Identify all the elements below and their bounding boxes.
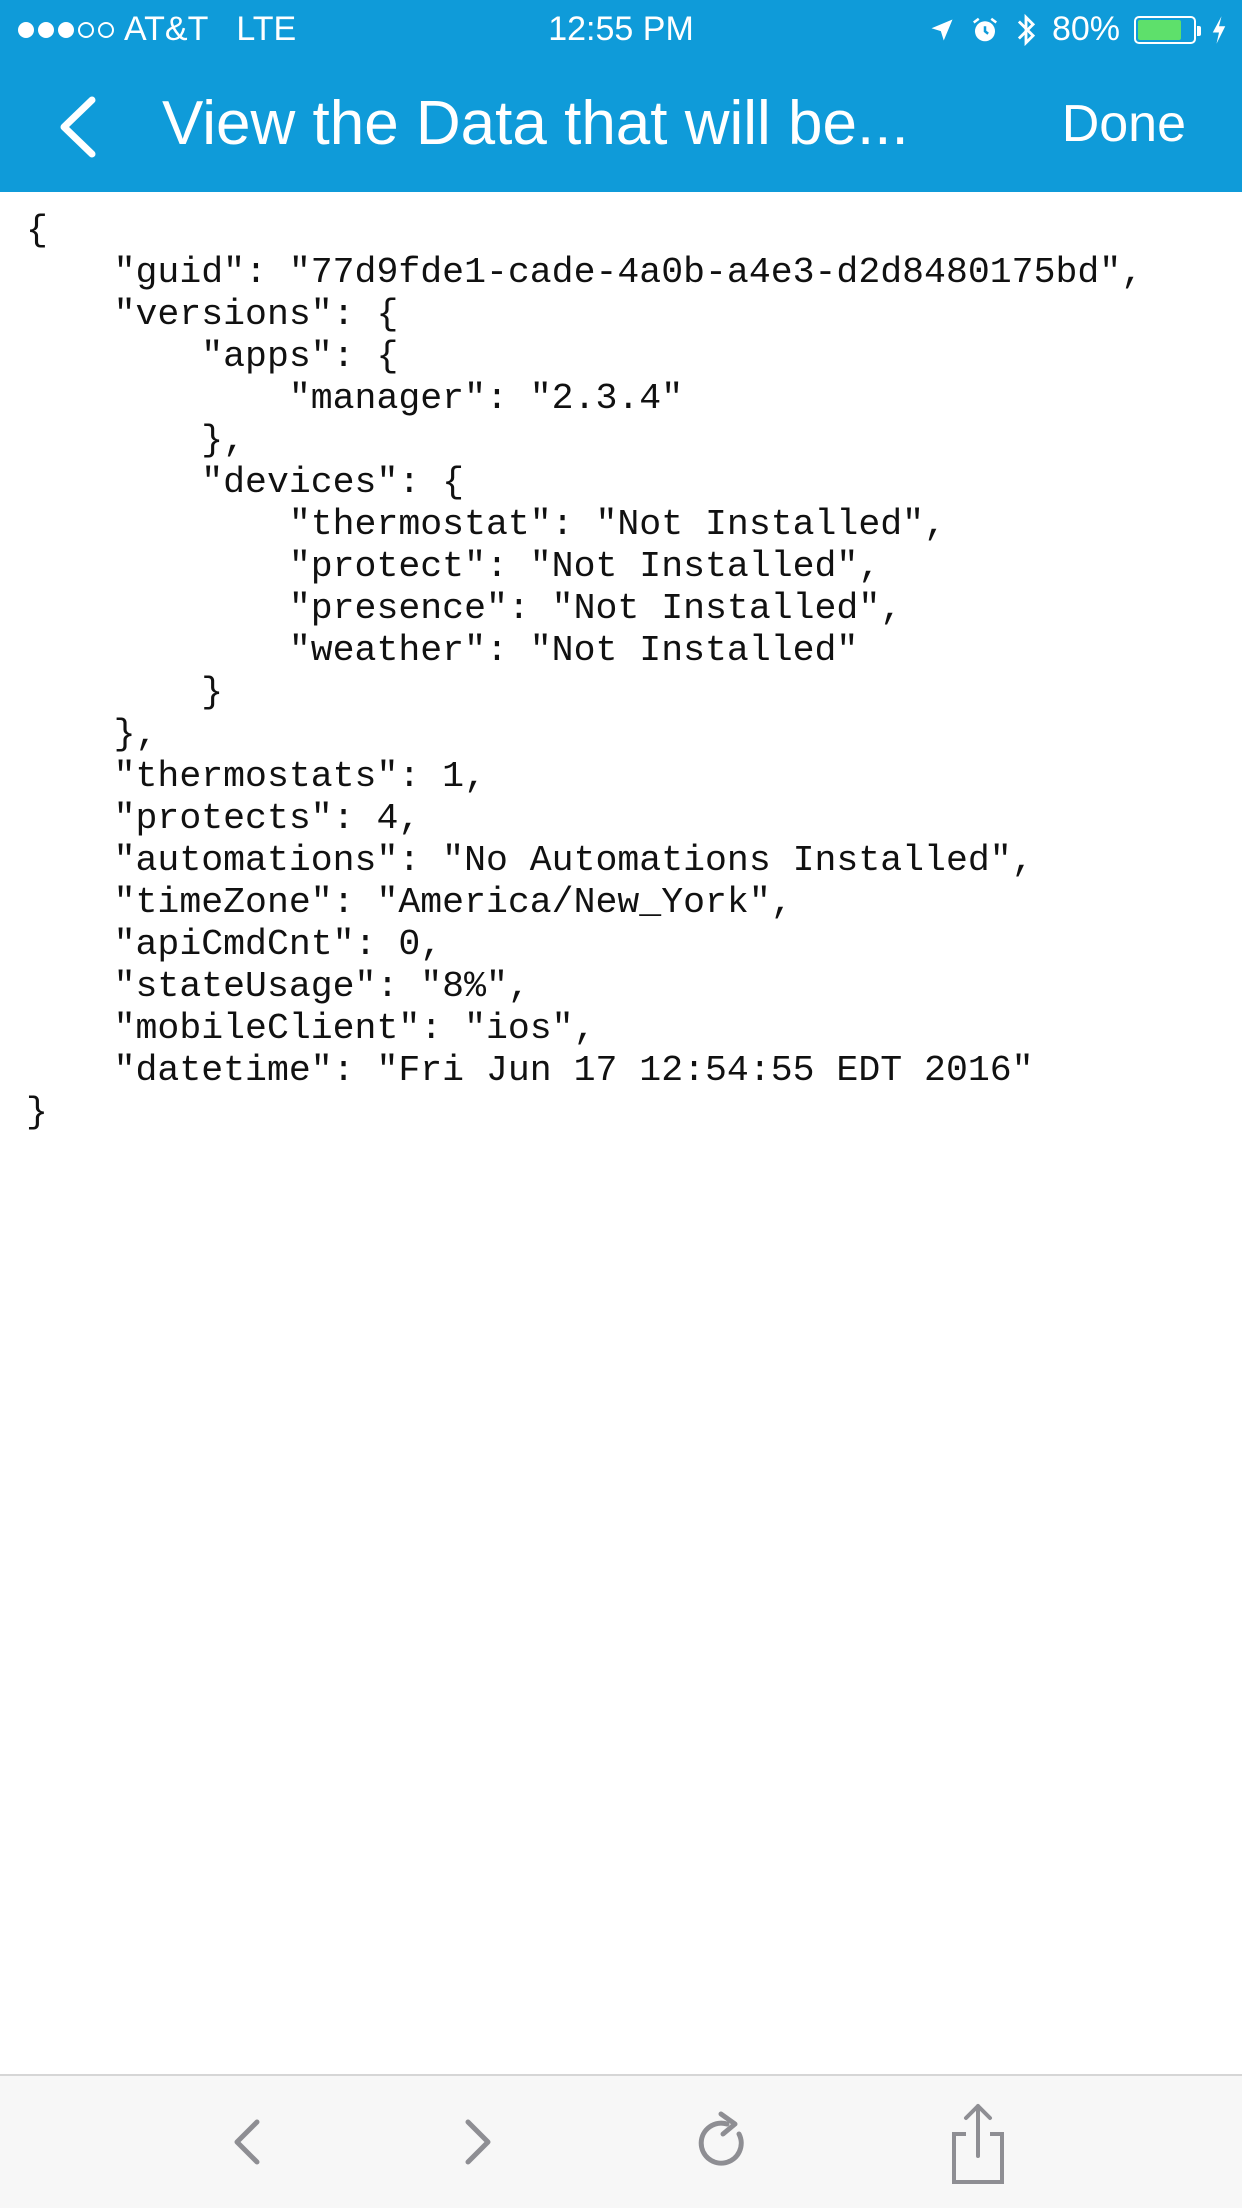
- battery-percent: 80%: [1051, 10, 1120, 48]
- forward-arrow-icon: [465, 2119, 491, 2165]
- bluetooth-icon: [1017, 13, 1036, 46]
- toolbar-share-button[interactable]: [938, 2100, 1018, 2184]
- location-icon: [931, 19, 953, 40]
- charging-icon: [1212, 15, 1226, 44]
- json-data-view: { "guid": "77d9fde1-cade-4a0b-a4e3-d2d84…: [26, 210, 1144, 1133]
- toolbar-forward-button[interactable]: [438, 2100, 518, 2184]
- browser-toolbar: [0, 2074, 1242, 2208]
- toolbar-back-button[interactable]: [207, 2100, 287, 2184]
- back-arrow-icon: [234, 2119, 260, 2165]
- status-right: 80%: [928, 10, 1228, 49]
- done-button[interactable]: Done: [1062, 94, 1186, 154]
- alarm-icon: [972, 17, 997, 41]
- status-bar: AT&T LTE 12:55 PM 80%: [0, 0, 1242, 62]
- reload-icon: [698, 2111, 744, 2166]
- navigation-bar: View the Data that will be... Done: [0, 62, 1242, 192]
- toolbar-reload-button[interactable]: [683, 2100, 763, 2184]
- back-button[interactable]: [50, 92, 110, 162]
- page-title: View the Data that will be...: [162, 89, 909, 158]
- chevron-left-icon: [60, 96, 96, 158]
- battery-icon: [1134, 15, 1201, 44]
- share-icon: [952, 2104, 1004, 2184]
